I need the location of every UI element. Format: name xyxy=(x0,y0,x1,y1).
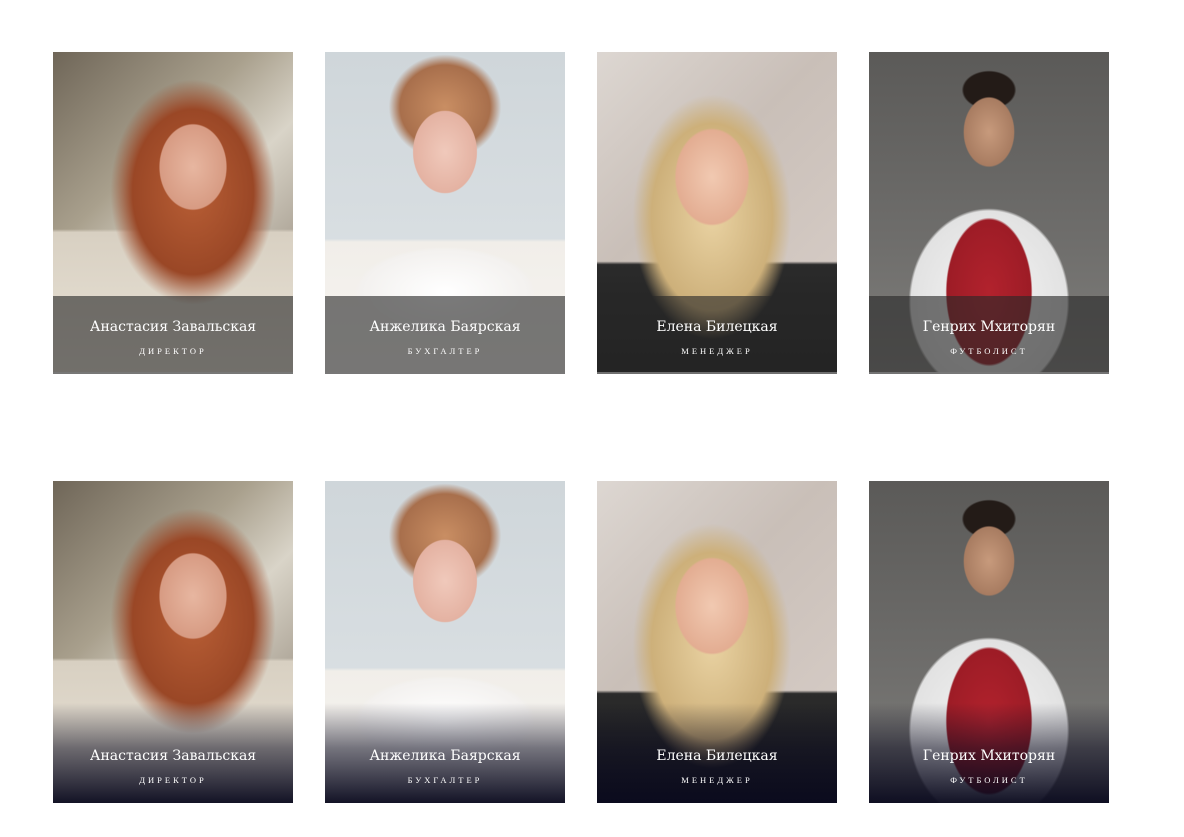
member-name: Елена Билецкая xyxy=(656,319,778,335)
member-role: бухгалтер xyxy=(407,346,483,356)
member-role: футболист xyxy=(950,775,1028,785)
member-role: директор xyxy=(139,346,207,356)
member-name: Анжелика Баярская xyxy=(369,319,521,335)
card-caption: Анастасия Завальская директор xyxy=(53,703,293,803)
team-row-1: Анастасия Завальская директор Анжелика Б… xyxy=(53,52,1109,374)
member-role: менеджер xyxy=(681,775,753,785)
team-card-anzhelika[interactable]: Анжелика Баярская бухгалтер xyxy=(325,52,565,374)
team-card-elena[interactable]: Елена Билецкая менеджер xyxy=(597,481,837,803)
team-card-anastasia[interactable]: Анастасия Завальская директор xyxy=(53,52,293,374)
member-name: Анастасия Завальская xyxy=(89,748,257,764)
member-name: Елена Билецкая xyxy=(656,748,778,764)
team-card-genrikh[interactable]: Генрих Мхиторян футболист xyxy=(869,52,1109,374)
team-card-elena[interactable]: Елена Билецкая менеджер xyxy=(597,52,837,374)
member-role: директор xyxy=(139,775,207,785)
card-caption: Генрих Мхиторян футболист xyxy=(869,296,1109,374)
card-caption: Анастасия Завальская директор xyxy=(53,296,293,374)
card-caption: Генрих Мхиторян футболист xyxy=(869,703,1109,803)
member-name: Анастасия Завальская xyxy=(89,319,257,335)
card-caption: Елена Билецкая менеджер xyxy=(597,703,837,803)
card-caption: Анжелика Баярская бухгалтер xyxy=(325,296,565,374)
member-name: Анжелика Баярская xyxy=(369,748,521,764)
member-role: менеджер xyxy=(681,346,753,356)
card-caption: Елена Билецкая менеджер xyxy=(597,296,837,374)
member-name: Генрих Мхиторян xyxy=(922,748,1056,764)
card-caption: Анжелика Баярская бухгалтер xyxy=(325,703,565,803)
member-role: футболист xyxy=(950,346,1028,356)
team-card-genrikh[interactable]: Генрих Мхиторян футболист xyxy=(869,481,1109,803)
member-role: бухгалтер xyxy=(407,775,483,785)
team-row-2: Анастасия Завальская директор Анжелика Б… xyxy=(53,481,1109,803)
member-name: Генрих Мхиторян xyxy=(922,319,1056,335)
team-card-anastasia[interactable]: Анастасия Завальская директор xyxy=(53,481,293,803)
team-card-anzhelika[interactable]: Анжелика Баярская бухгалтер xyxy=(325,481,565,803)
